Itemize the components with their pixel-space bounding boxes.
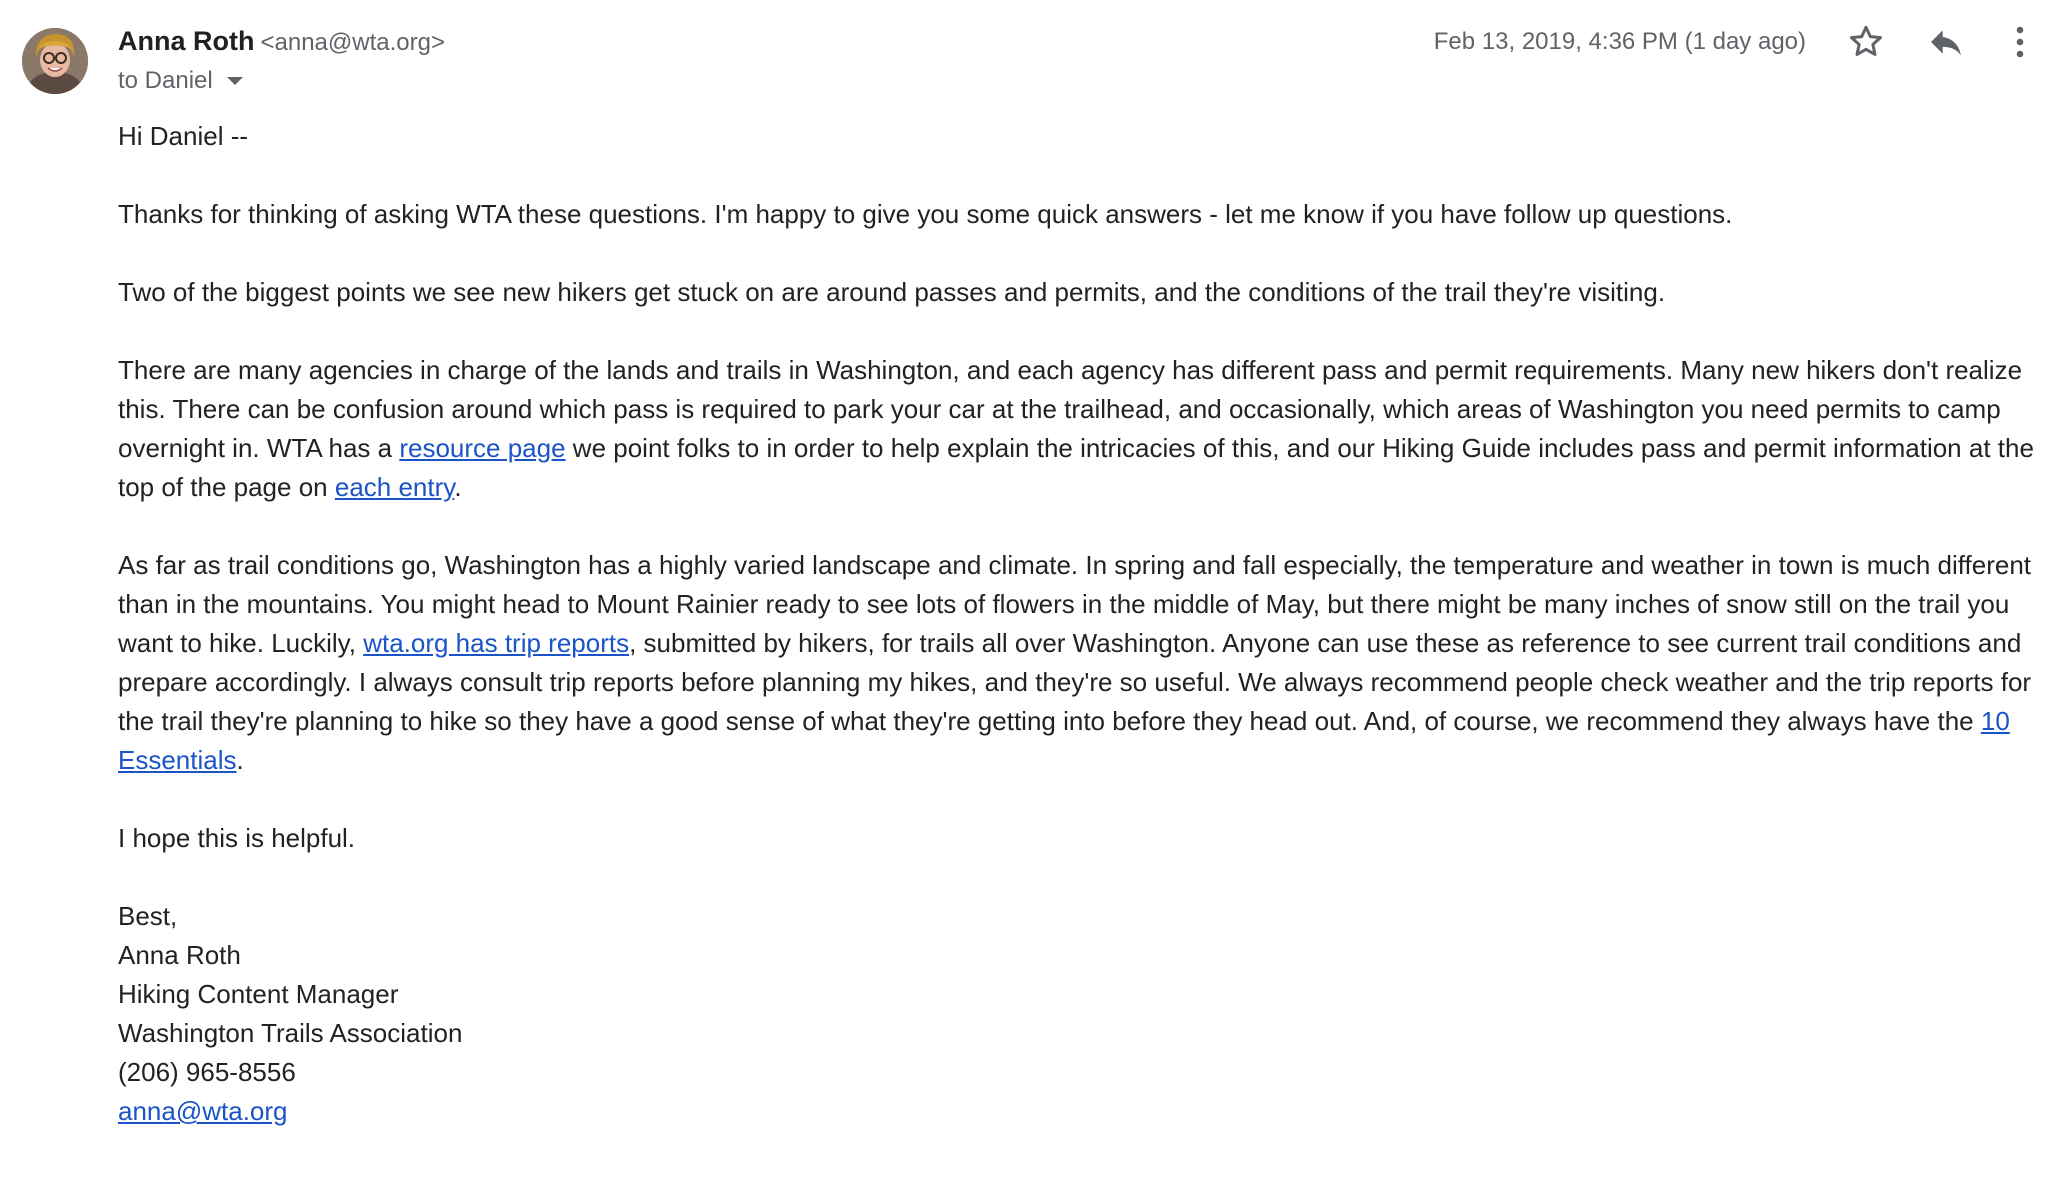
- reply-icon: [1931, 30, 1961, 56]
- more-options-button[interactable]: [2000, 16, 2040, 68]
- signature-title: Hiking Content Manager: [118, 979, 399, 1009]
- paragraph-4: As far as trail conditions go, Washingto…: [118, 546, 2053, 780]
- resource-page-link[interactable]: resource page: [399, 433, 565, 463]
- sender-line: Anna Roth <anna@wta.org>: [118, 22, 445, 62]
- star-button[interactable]: [1840, 16, 1892, 68]
- signature-org: Washington Trails Association: [118, 1018, 463, 1048]
- paragraph-1: Thanks for thinking of asking WTA these …: [118, 199, 1733, 229]
- paragraph-3-text-c: .: [454, 472, 462, 502]
- paragraph-4-text-c: .: [236, 745, 244, 775]
- paragraph-5: I hope this is helpful.: [118, 823, 356, 853]
- more-vert-icon: [2016, 26, 2024, 58]
- message-body: Hi Daniel -- Thanks for thinking of aski…: [118, 117, 2053, 1131]
- paragraph-3: There are many agencies in charge of the…: [118, 351, 2053, 507]
- signature-email-link[interactable]: anna@wta.org: [118, 1096, 288, 1126]
- signature-closing: Best,: [118, 901, 178, 931]
- signature-phone: (206) 965-8556: [118, 1057, 296, 1087]
- signature-name: Anna Roth: [118, 940, 241, 970]
- message-actions: Feb 13, 2019, 4:36 PM (1 day ago): [1434, 16, 2070, 68]
- signature: Best, Anna Roth Hiking Content Manager W…: [118, 897, 2053, 1131]
- sender-email: <anna@wta.org>: [260, 29, 445, 56]
- avatar[interactable]: [22, 28, 88, 94]
- timestamp: Feb 13, 2019, 4:36 PM (1 day ago): [1433, 28, 1806, 55]
- each-entry-link[interactable]: each entry: [335, 472, 454, 502]
- avatar-photo-icon: [22, 28, 88, 94]
- trip-reports-link[interactable]: wta.org has trip reports: [363, 628, 629, 658]
- sender-header: Anna Roth <anna@wta.org> to Daniel: [118, 22, 445, 98]
- greeting: Hi Daniel --: [118, 121, 249, 151]
- star-outline-icon: [1850, 25, 1882, 56]
- sender-name[interactable]: Anna Roth: [118, 26, 254, 56]
- chevron-down-icon[interactable]: [226, 77, 243, 85]
- recipient-label: to Daniel: [118, 67, 213, 94]
- paragraph-2: Two of the biggest points we see new hik…: [118, 277, 1666, 307]
- recipients-toggle[interactable]: to Daniel: [118, 64, 445, 98]
- reply-button[interactable]: [1920, 16, 1972, 68]
